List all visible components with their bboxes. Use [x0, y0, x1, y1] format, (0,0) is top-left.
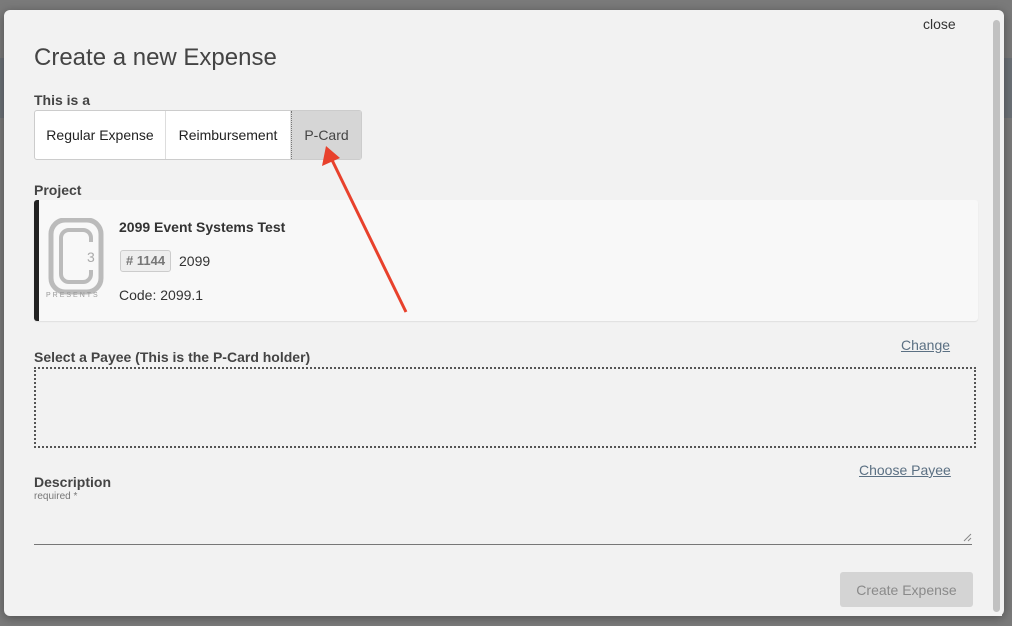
project-card[interactable]: 3 PRESENTS 2099 Event Systems Test # 114…	[34, 200, 978, 321]
description-input[interactable]	[34, 508, 972, 545]
scrollbar-thumb[interactable]	[993, 20, 1000, 612]
required-note: required *	[34, 491, 78, 502]
payee-dropzone[interactable]	[34, 367, 976, 448]
payee-label: Select a Payee (This is the P-Card holde…	[34, 349, 311, 365]
create-expense-button[interactable]: Create Expense	[840, 572, 973, 607]
logo-mark: 3	[87, 249, 95, 265]
type-pcard-button[interactable]: P-Card	[291, 111, 361, 159]
modal-title: Create a new Expense	[34, 44, 277, 71]
expense-type-selector: Regular Expense Reimbursement P-Card	[34, 110, 362, 160]
resize-handle-icon[interactable]	[963, 533, 972, 542]
change-project-link[interactable]: Change	[901, 337, 950, 353]
choose-payee-link[interactable]: Choose Payee	[859, 462, 951, 478]
project-code: Code: 2099.1	[119, 287, 204, 303]
type-reimbursement-button[interactable]: Reimbursement	[166, 111, 291, 159]
type-label: This is a	[34, 92, 91, 108]
close-link[interactable]: close	[923, 16, 956, 32]
description-label: Description	[34, 474, 112, 490]
project-year: 2099	[179, 253, 211, 269]
logo-text: PRESENTS	[46, 292, 100, 299]
type-regular-expense-button[interactable]: Regular Expense	[35, 111, 166, 159]
project-number-badge: # 1144	[120, 250, 172, 272]
background-page-edge	[1004, 58, 1012, 118]
project-label: Project	[34, 182, 82, 198]
project-name: 2099 Event Systems Test	[119, 219, 286, 235]
